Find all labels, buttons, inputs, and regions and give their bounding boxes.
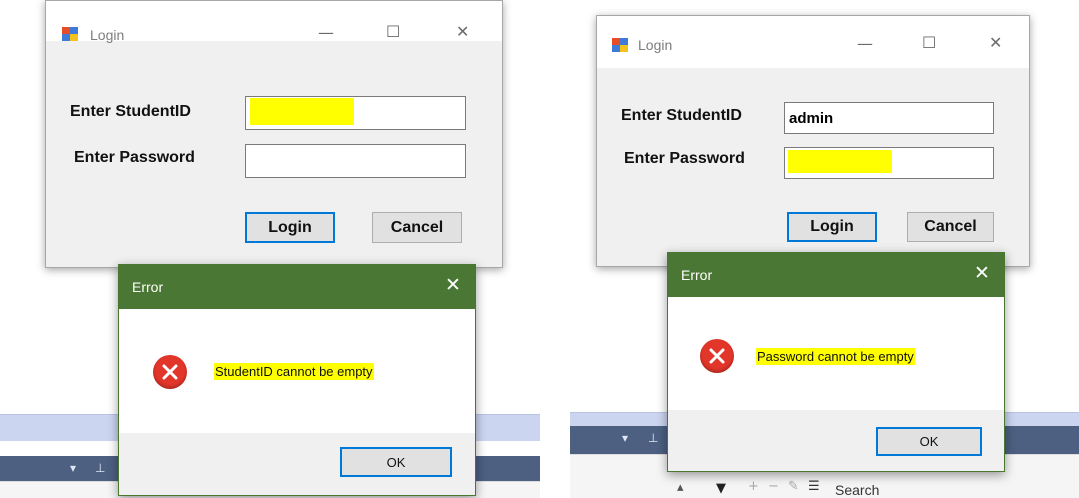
close-icon[interactable]: ✕ — [456, 22, 469, 41]
maximize-icon[interactable]: ☐ — [922, 33, 936, 52]
error-dialog-left: Error ✕ StudentID cannot be empty OK — [118, 264, 476, 496]
close-icon[interactable]: ✕ — [974, 262, 990, 284]
login-window-right: Login — ☐ ✕ Enter StudentID Enter Passwo… — [596, 15, 1030, 267]
search-label[interactable]: Search — [835, 482, 879, 498]
login-titlebar[interactable]: Login — ☐ ✕ — [597, 16, 1029, 68]
password-highlight — [788, 150, 892, 173]
studentid-label: Enter StudentID — [621, 107, 742, 124]
login-button[interactable]: Login — [245, 212, 335, 243]
add-icon[interactable]: + — [748, 479, 759, 494]
error-dialog-title: Error — [132, 279, 164, 295]
error-footer: OK — [668, 410, 1004, 471]
minimize-icon[interactable]: — — [857, 34, 873, 53]
error-titlebar[interactable]: Error ✕ — [119, 265, 475, 309]
studentid-label: Enter StudentID — [70, 103, 191, 120]
studentid-input[interactable] — [784, 102, 994, 134]
maximize-icon[interactable]: ☐ — [386, 22, 400, 41]
login-window-left: Login — ☐ ✕ Enter StudentID Enter Passwo… — [45, 0, 503, 268]
app-form-icon — [612, 38, 628, 52]
error-dialog-title: Error — [681, 267, 713, 283]
remove-icon[interactable]: − — [768, 479, 779, 494]
error-titlebar[interactable]: Error ✕ — [668, 253, 1004, 297]
cancel-button[interactable]: Cancel — [372, 212, 462, 243]
ok-button[interactable]: OK — [876, 427, 982, 456]
sort-list-icon[interactable]: ☰ — [808, 479, 820, 494]
scroll-up-icon[interactable]: ▴ — [677, 480, 684, 495]
dropdown-arrow-icon[interactable]: ▾ — [70, 461, 76, 475]
close-icon[interactable]: ✕ — [989, 33, 1002, 52]
error-body: Password cannot be empty — [668, 297, 1004, 410]
filter-icon[interactable]: ▼ — [716, 481, 726, 496]
pin-icon[interactable]: ⊥ — [95, 461, 105, 475]
pin-icon[interactable]: ⊥ — [648, 431, 658, 445]
error-dialog-right: Error ✕ Password cannot be empty OK — [667, 252, 1005, 472]
error-message: StudentID cannot be empty — [214, 363, 374, 380]
studentid-highlight — [250, 98, 354, 125]
error-message: Password cannot be empty — [756, 348, 915, 365]
edit-icon[interactable]: ✎ — [788, 479, 799, 494]
login-button[interactable]: Login — [787, 212, 877, 242]
error-footer: OK — [119, 433, 475, 495]
cancel-button[interactable]: Cancel — [907, 212, 994, 242]
close-icon[interactable]: ✕ — [445, 274, 461, 296]
password-label: Enter Password — [74, 149, 195, 166]
dropdown-arrow-icon[interactable]: ▾ — [622, 431, 628, 445]
ok-button[interactable]: OK — [340, 447, 452, 477]
login-window-title: Login — [638, 37, 673, 53]
login-titlebar[interactable]: Login — ☐ ✕ — [46, 1, 502, 43]
minimize-icon[interactable]: — — [318, 23, 334, 42]
password-label: Enter Password — [624, 150, 745, 167]
app-form-icon — [62, 27, 78, 41]
error-body: StudentID cannot be empty — [119, 309, 475, 433]
login-window-title: Login — [90, 27, 125, 43]
error-icon — [700, 339, 734, 373]
error-icon — [153, 355, 187, 389]
password-input[interactable] — [245, 144, 466, 178]
